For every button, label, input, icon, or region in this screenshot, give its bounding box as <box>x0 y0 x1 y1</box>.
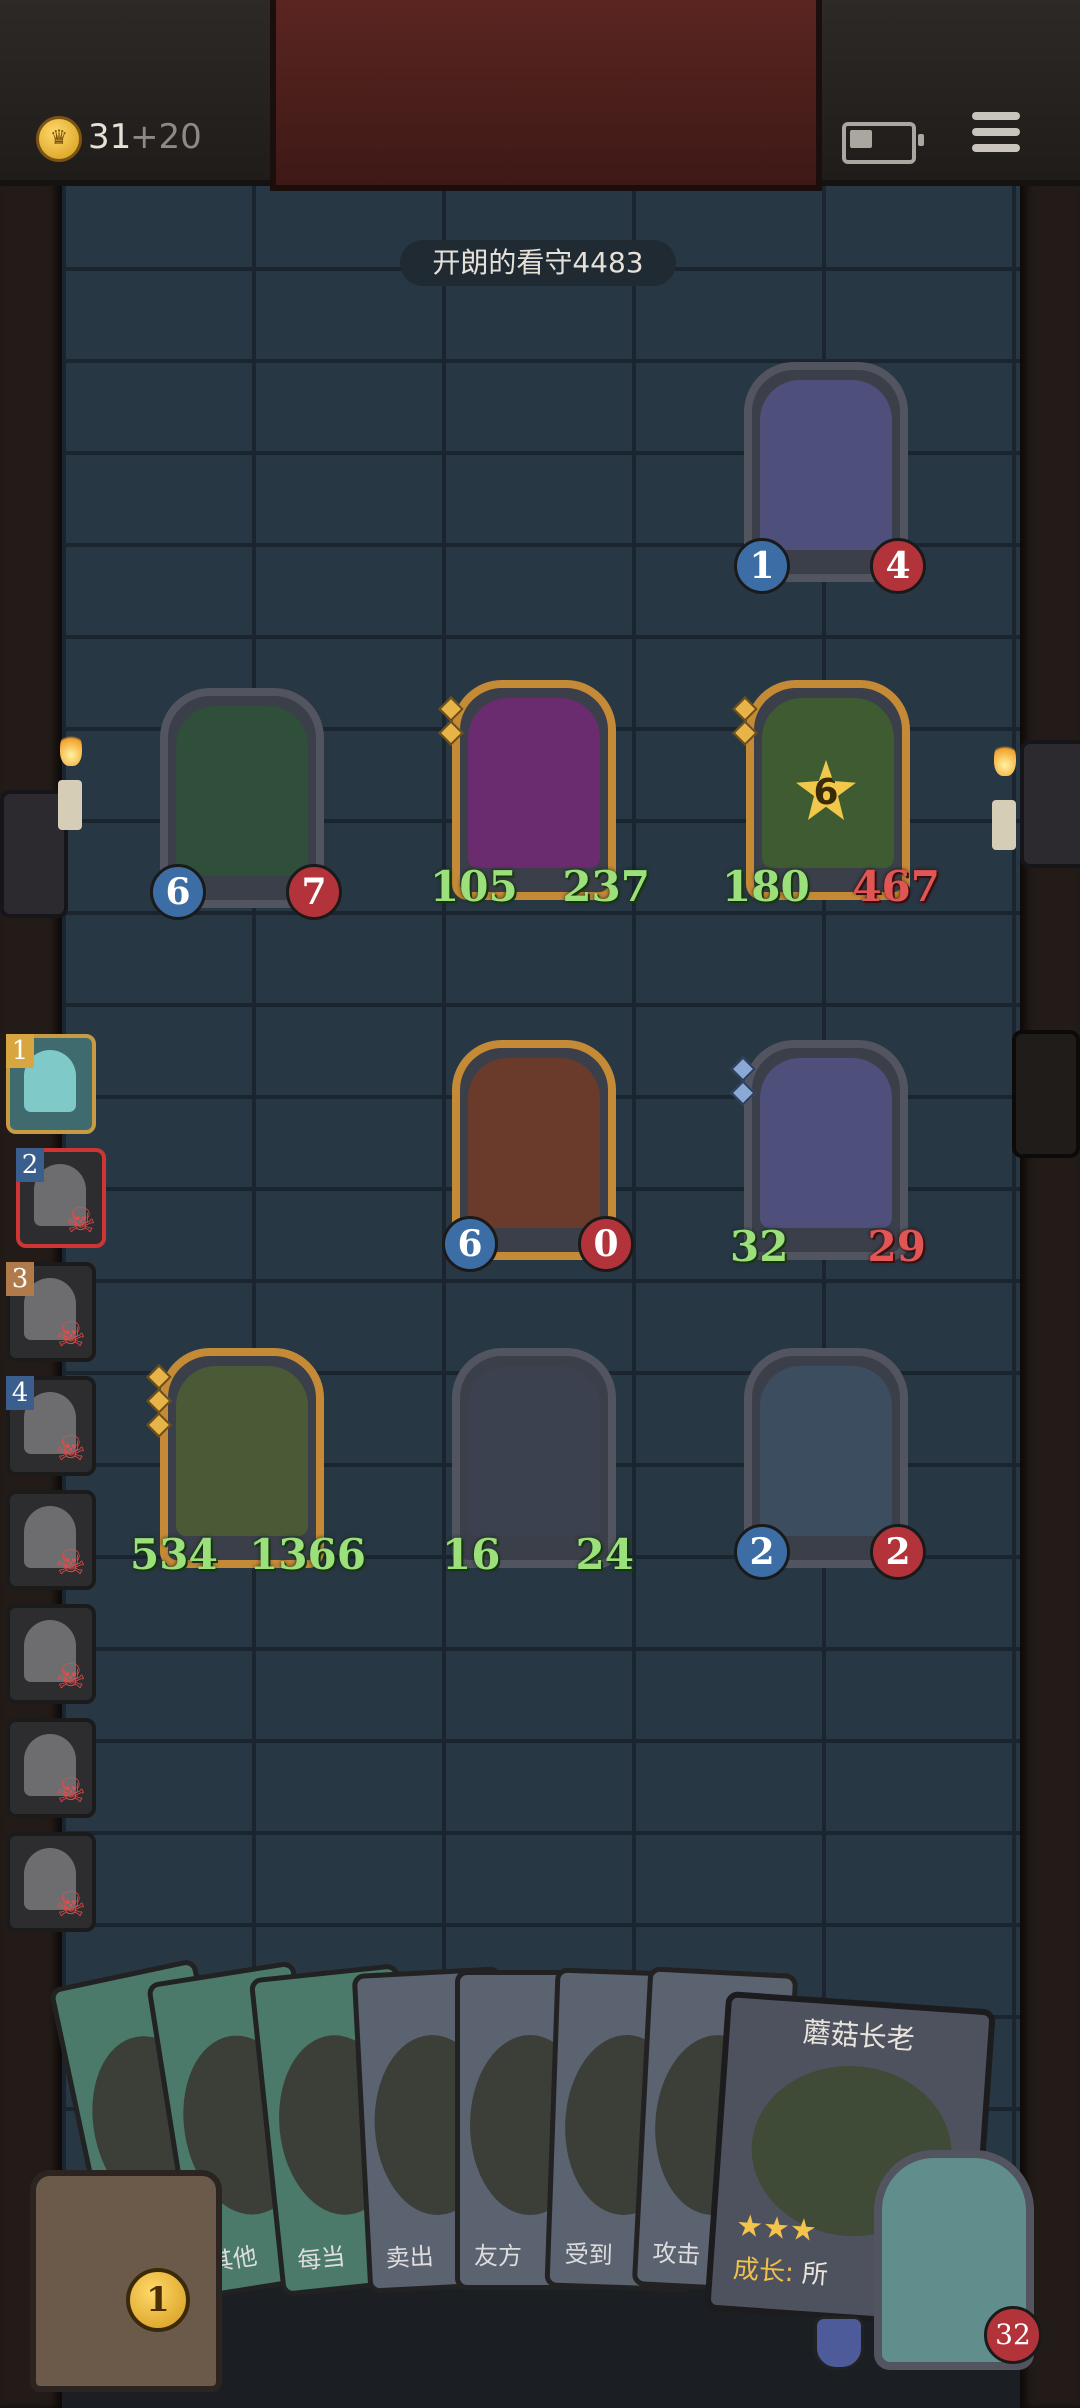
minion-health: 24 <box>575 1530 634 1579</box>
minion-old-man[interactable]: 105 237 <box>430 680 650 911</box>
skull-icon: ☠ <box>55 1315 86 1355</box>
minion-health: 237 <box>562 862 650 911</box>
tier-diamonds <box>438 694 464 748</box>
player-slot[interactable]: ☠ <box>6 1832 96 1932</box>
battery-icon <box>842 122 924 164</box>
minion-health: 0 <box>578 1216 634 1272</box>
minion-health: 4 <box>870 538 926 594</box>
right-torch-bracket <box>1020 740 1080 868</box>
door-latch <box>1012 1030 1080 1158</box>
rank-number: 4 <box>6 1376 34 1410</box>
minion-health: 1366 <box>249 1530 366 1579</box>
minion-elf-queen[interactable]: 32 29 <box>730 1040 926 1271</box>
tier-diamonds <box>730 1054 756 1108</box>
minion-attack: 6 <box>442 1216 498 1272</box>
player-slot[interactable]: ☠ <box>6 1490 96 1590</box>
minion-attack: 534 <box>130 1530 218 1579</box>
shop-chest[interactable] <box>30 2170 222 2392</box>
skull-icon: ☠ <box>65 1201 96 1241</box>
minion-health: 29 <box>867 1222 926 1271</box>
curtain <box>270 0 822 191</box>
rank-number: 3 <box>6 1262 34 1296</box>
tier-diamonds <box>732 694 758 748</box>
shop-coin-count: 1 <box>126 2268 190 2332</box>
minion-attack: 2 <box>734 1524 790 1580</box>
gold-income: +20 <box>130 117 202 157</box>
hand-card-text: 卖出 <box>384 2242 435 2273</box>
hand-card-text: 每当 <box>296 2242 347 2276</box>
rank-number: 2 <box>16 1148 44 1182</box>
minion-health: 467 <box>852 862 940 911</box>
minion-health: 2 <box>870 1524 926 1580</box>
menu-icon[interactable] <box>972 112 1020 160</box>
player-slot[interactable]: 1 <box>6 1034 96 1134</box>
skull-icon: ☠ <box>55 1657 86 1697</box>
right-frame <box>1020 0 1080 2408</box>
player-slot[interactable]: 2 ☠ <box>16 1148 106 1248</box>
hand-card-text: 攻击 <box>651 2238 702 2270</box>
player-slot[interactable]: 3 ☠ <box>6 1262 96 1362</box>
card-title: 蘑菇长老 <box>801 2015 916 2057</box>
player-ranking-sidebar: 1 2 ☠ 3 ☠ 4 ☠ ☠ ☠ ☠ ☠ <box>0 1030 106 1950</box>
player-slot[interactable]: ☠ <box>6 1604 96 1704</box>
minion-red-imp[interactable]: 6 0 <box>442 1040 634 1272</box>
desc-label: 成长: <box>732 2254 795 2289</box>
minion-fairy[interactable]: 2 2 <box>734 1348 926 1580</box>
skull-icon: ☠ <box>55 1543 86 1583</box>
left-flame-icon <box>60 730 82 766</box>
hero-health: 32 <box>984 2306 1042 2364</box>
top-bar: ♛ 31 +20 <box>0 0 1080 191</box>
minion-attack: 32 <box>730 1222 789 1271</box>
skull-icon: ☠ <box>55 1771 86 1811</box>
hand-card-text: 友方 <box>474 2242 522 2270</box>
gold-count: 31 <box>88 117 132 157</box>
star-rating: ★★★ <box>734 2208 818 2249</box>
player-slot[interactable]: 4 ☠ <box>6 1376 96 1476</box>
minion-elf-sorceress[interactable]: 1 4 <box>734 362 926 594</box>
skull-icon: ☠ <box>55 1885 86 1925</box>
tier-diamonds <box>146 1362 172 1440</box>
right-flame-icon <box>994 740 1016 776</box>
desc-text: 所 <box>800 2258 829 2291</box>
right-candle <box>992 800 1016 850</box>
minion-attack: 6 <box>150 864 206 920</box>
opponent-name: 开朗的看守4483 <box>400 240 676 286</box>
player-slot[interactable]: ☠ <box>6 1718 96 1818</box>
minion-health: 7 <box>286 864 342 920</box>
minion-attack: 180 <box>722 862 810 911</box>
minion-attack: 1 <box>734 538 790 594</box>
minion-attack: 105 <box>430 862 518 911</box>
minion-sprout-hero[interactable]: 6 180 467 <box>722 680 940 911</box>
minion-mushroom-wizard[interactable]: 16 24 <box>442 1348 634 1579</box>
left-candle <box>58 780 82 830</box>
minion-mandrake-kid[interactable]: 534 1366 <box>130 1348 366 1579</box>
rank-number: 1 <box>6 1034 34 1068</box>
skull-icon: ☠ <box>55 1429 86 1469</box>
crown-coin-icon: ♛ <box>36 116 82 162</box>
hand-card-text: 受到 <box>564 2239 614 2270</box>
minion-vine-ghost[interactable]: 6 7 <box>150 688 342 920</box>
shield-icon <box>814 2316 864 2370</box>
card-description: 成长: 所 <box>732 2248 829 2292</box>
minion-attack: 16 <box>442 1530 501 1579</box>
